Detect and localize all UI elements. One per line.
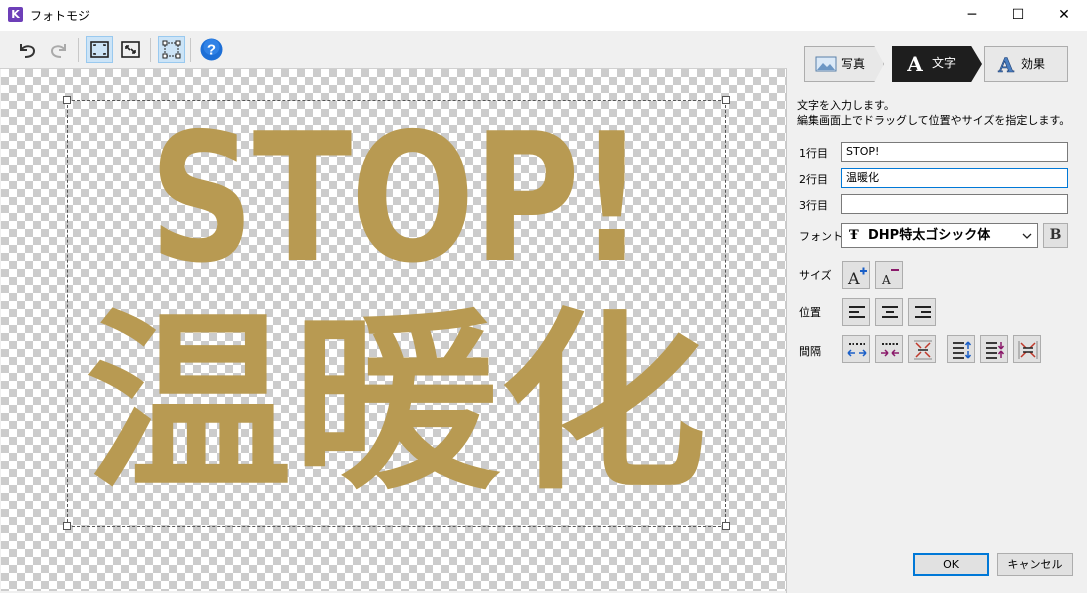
align-left-icon bbox=[849, 306, 865, 318]
selection-frame-icon bbox=[162, 40, 181, 59]
toolbar: ? bbox=[0, 31, 787, 69]
tab-effect-label: 効果 bbox=[1021, 57, 1046, 71]
resize-handle-top-right[interactable] bbox=[722, 96, 730, 104]
bold-button[interactable]: B bbox=[1043, 223, 1068, 248]
selection-frame[interactable] bbox=[67, 100, 726, 527]
size-increase-button[interactable]: A bbox=[842, 261, 870, 289]
resize-handle-bottom-left[interactable] bbox=[63, 522, 71, 530]
tab-photo-label: 写真 bbox=[841, 57, 866, 71]
redo-button[interactable] bbox=[45, 36, 72, 63]
letter-spacing-widen-icon bbox=[847, 343, 867, 357]
align-right-icon bbox=[915, 306, 931, 318]
spacing-label: 間隔 bbox=[799, 345, 821, 358]
letter-spacing-narrow-icon bbox=[881, 343, 899, 357]
row3-text-input[interactable] bbox=[841, 194, 1068, 214]
preview-canvas[interactable]: STOP! 温暖化 bbox=[1, 69, 786, 591]
fit-to-window-icon bbox=[90, 41, 109, 58]
effect-icon: A bbox=[997, 54, 1015, 74]
letter-a-icon: A bbox=[906, 53, 923, 73]
line-spacing-widen-button[interactable] bbox=[947, 335, 975, 363]
toolbar-separator bbox=[190, 38, 191, 62]
instructions: 文字を入力します。 編集画面上でドラッグして位置やサイズを指定します。 bbox=[797, 99, 1071, 127]
toolbar-separator bbox=[150, 38, 151, 62]
actual-size-button[interactable] bbox=[117, 36, 144, 63]
help-button[interactable]: ? bbox=[198, 36, 225, 63]
align-center-icon bbox=[882, 306, 898, 318]
row3-label: 3行目 bbox=[799, 199, 828, 212]
svg-text:A: A bbox=[906, 53, 923, 73]
minimize-button[interactable]: ─ bbox=[949, 0, 995, 31]
svg-text:A: A bbox=[881, 273, 891, 287]
line-spacing-reset-button[interactable] bbox=[1013, 335, 1041, 363]
letter-spacing-widen-button[interactable] bbox=[842, 335, 870, 363]
font-dropdown-value: DHP特太ゴシック体 bbox=[868, 228, 991, 243]
tab-effect[interactable]: A 効果 bbox=[984, 46, 1068, 82]
font-size-increase-icon: A bbox=[847, 267, 867, 287]
align-left-button[interactable] bbox=[842, 298, 870, 326]
cancel-button[interactable]: キャンセル bbox=[997, 553, 1073, 576]
font-label: フォント bbox=[799, 230, 843, 243]
selection-frame-button[interactable] bbox=[158, 36, 185, 63]
position-label: 位置 bbox=[799, 306, 821, 319]
toolbar-separator bbox=[78, 38, 79, 62]
align-right-button[interactable] bbox=[908, 298, 936, 326]
tab-text-label: 文字 bbox=[932, 56, 957, 70]
svg-text:A: A bbox=[847, 269, 860, 287]
maximize-button[interactable]: ☐ bbox=[995, 0, 1041, 31]
undo-icon bbox=[20, 44, 36, 58]
tab-photo[interactable]: 写真 bbox=[804, 46, 884, 82]
ok-button[interactable]: OK bbox=[913, 553, 989, 576]
resize-handle-top-left[interactable] bbox=[63, 96, 71, 104]
row2-text-input[interactable]: 温暖化 bbox=[841, 168, 1068, 188]
settings-panel: 写真 A 文字 A 効果 文字を入力します。 編集画面上でドラッグして位置やサイ… bbox=[787, 31, 1087, 593]
redo-icon bbox=[50, 44, 66, 58]
fit-to-window-button[interactable] bbox=[86, 36, 113, 63]
line-spacing-widen-icon bbox=[953, 341, 972, 359]
undo-button[interactable] bbox=[14, 36, 41, 63]
title-bar: K フォトモジ ─ ☐ ✕ bbox=[0, 0, 1087, 31]
close-button[interactable]: ✕ bbox=[1041, 0, 1087, 31]
truetype-font-icon: Ŧ bbox=[849, 228, 859, 243]
letter-spacing-reset-icon bbox=[914, 340, 932, 360]
row1-text-input[interactable]: STOP! bbox=[841, 142, 1068, 162]
row2-label: 2行目 bbox=[799, 173, 828, 186]
font-size-decrease-icon: A bbox=[881, 269, 899, 287]
letter-spacing-narrow-button[interactable] bbox=[875, 335, 903, 363]
app-icon: K bbox=[8, 7, 23, 22]
align-center-button[interactable] bbox=[875, 298, 903, 326]
tab-text[interactable]: A 文字 bbox=[892, 46, 982, 82]
row1-label: 1行目 bbox=[799, 147, 828, 160]
letter-spacing-reset-button[interactable] bbox=[908, 335, 936, 363]
font-dropdown[interactable]: Ŧ DHP特太ゴシック体 bbox=[841, 223, 1038, 248]
photo-icon bbox=[815, 56, 837, 72]
svg-text:?: ? bbox=[207, 42, 216, 59]
resize-handle-bottom-right[interactable] bbox=[722, 522, 730, 530]
actual-size-icon bbox=[121, 41, 140, 58]
line-spacing-narrow-icon bbox=[986, 342, 1005, 359]
size-decrease-button[interactable]: A bbox=[875, 261, 903, 289]
help-icon: ? bbox=[200, 38, 223, 61]
chevron-down-icon bbox=[1022, 233, 1032, 239]
size-label: サイズ bbox=[799, 269, 832, 282]
svg-text:A: A bbox=[997, 54, 1014, 74]
line-spacing-reset-icon bbox=[1018, 341, 1038, 359]
line-spacing-narrow-button[interactable] bbox=[980, 335, 1008, 363]
window-title: フォトモジ bbox=[30, 9, 91, 23]
